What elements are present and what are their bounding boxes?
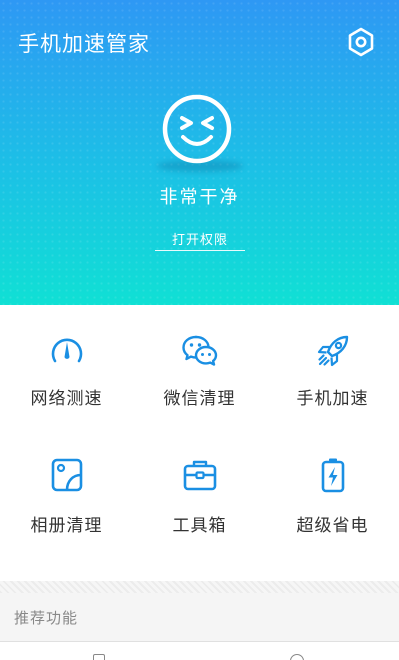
tool-label: 网络测速 bbox=[30, 389, 103, 409]
hero-panel: 手机加速管家 非常干净 打开权限 bbox=[0, 0, 399, 305]
tool-network-speed[interactable]: 网络测速 bbox=[0, 305, 133, 425]
rocket-icon bbox=[317, 335, 349, 367]
battery-charge-icon bbox=[321, 458, 345, 493]
section-divider bbox=[0, 581, 399, 593]
tool-label: 相册清理 bbox=[30, 516, 103, 536]
tool-album-clean[interactable]: 相册清理 bbox=[0, 443, 133, 563]
tool-phone-boost[interactable]: 手机加速 bbox=[266, 305, 399, 425]
speedometer-icon bbox=[51, 338, 83, 363]
wechat-icon bbox=[182, 335, 218, 366]
open-permission-link[interactable]: 打开权限 bbox=[155, 229, 245, 251]
recommend-list-top bbox=[0, 642, 399, 660]
tool-label: 微信清理 bbox=[163, 389, 236, 409]
cleanliness-status: 非常干净 bbox=[159, 187, 240, 208]
smiley-face-icon bbox=[162, 94, 232, 164]
tools-grid: 网络测速 微信清理 手机加速 相册清理 工具箱 超级省电 bbox=[0, 305, 399, 581]
recommend-section-title: 推荐功能 bbox=[14, 609, 79, 627]
recommend-section-header: 推荐功能 bbox=[0, 593, 399, 641]
tool-label: 手机加速 bbox=[296, 389, 369, 409]
tool-label: 工具箱 bbox=[172, 516, 227, 536]
hexagon-settings-icon[interactable] bbox=[346, 27, 376, 57]
tool-wechat-clean[interactable]: 微信清理 bbox=[133, 305, 266, 425]
tool-toolbox[interactable]: 工具箱 bbox=[133, 443, 266, 563]
partial-phone-icon bbox=[93, 654, 105, 660]
app-title: 手机加速管家 bbox=[18, 32, 150, 56]
toolbox-icon bbox=[183, 460, 217, 491]
photo-album-icon bbox=[51, 458, 83, 492]
tool-power-saving[interactable]: 超级省电 bbox=[266, 443, 399, 563]
tool-label: 超级省电 bbox=[296, 516, 369, 536]
